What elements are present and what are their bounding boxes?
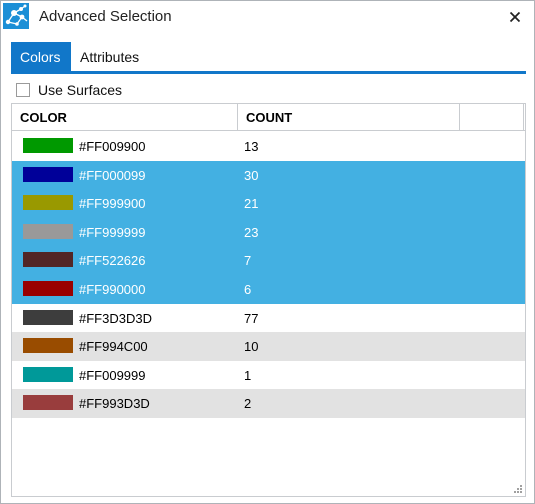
- column-header-empty[interactable]: [460, 104, 524, 130]
- tab-colors[interactable]: Colors: [11, 42, 71, 71]
- color-count-value: 23: [244, 224, 259, 240]
- color-swatch: [23, 309, 73, 325]
- table-row[interactable]: #FF000099 30: [12, 160, 525, 190]
- color-hex-value: #FF999999: [79, 224, 146, 240]
- color-count-value: 2: [244, 396, 252, 412]
- color-swatch: [23, 338, 73, 354]
- color-count-value: 30: [244, 167, 259, 183]
- table-row[interactable]: #FF009999 1: [12, 361, 525, 390]
- use-surfaces-checkbox[interactable]: [16, 83, 30, 97]
- table-row[interactable]: #FF3D3D3D 77: [12, 304, 525, 333]
- color-hex-value: #FF999900: [79, 196, 146, 212]
- tab-attributes-label: Attributes: [80, 48, 140, 65]
- table-row[interactable]: #FF999900 21: [12, 189, 525, 218]
- color-hex-value: #FF993D3D: [79, 396, 150, 412]
- grid-header: COLOR COUNT: [12, 104, 525, 131]
- resize-grip-icon[interactable]: [513, 484, 523, 494]
- color-hex-value: #FF000099: [79, 167, 146, 183]
- color-hex-value: #FF994C00: [79, 339, 148, 355]
- tab-colors-label: Colors: [20, 48, 61, 65]
- color-swatch: [23, 280, 73, 296]
- color-hex-value: #FF522626: [79, 253, 146, 269]
- color-count-value: 21: [244, 196, 259, 212]
- use-surfaces-label: Use Surfaces: [38, 82, 123, 98]
- color-hex-value: #FF3D3D3D: [79, 310, 152, 326]
- table-row[interactable]: #FF994C00 10: [12, 332, 525, 361]
- color-swatch: [23, 223, 73, 239]
- close-icon: [509, 11, 521, 23]
- tab-attributes[interactable]: Attributes: [71, 42, 149, 71]
- table-row[interactable]: #FF009900 13: [12, 132, 525, 161]
- color-hex-value: #FF009900: [79, 139, 146, 154]
- color-count-value: 77: [244, 310, 259, 326]
- color-swatch: [23, 252, 73, 268]
- color-hex-value: #FF009999: [79, 367, 146, 383]
- window-title: Advanced Selection: [39, 8, 172, 25]
- column-header-count-label: COUNT: [246, 109, 293, 125]
- grid-rows: #FF009900 13 #FF000099 30 #FF999900 21 #FF9999…: [12, 132, 525, 418]
- table-row[interactable]: #FF522626 7: [12, 246, 525, 275]
- advanced-selection-window: Advanced Selection Colors Attributes Use…: [0, 0, 535, 504]
- color-swatch: [23, 166, 73, 182]
- column-header-color-label: COLOR: [20, 109, 67, 125]
- title-bar: Advanced Selection: [1, 1, 534, 33]
- color-count-value: 1: [244, 367, 252, 383]
- table-row[interactable]: #FF990000 6: [12, 274, 525, 304]
- table-row[interactable]: #FF999999 23: [12, 217, 525, 247]
- color-count-value: 10: [244, 339, 259, 355]
- color-hex-value: #FF990000: [79, 281, 146, 297]
- color-swatch: [23, 395, 73, 411]
- app-network-icon: [3, 3, 29, 29]
- color-swatch: [23, 138, 73, 153]
- close-button[interactable]: [502, 4, 528, 30]
- color-swatch: [23, 195, 73, 211]
- column-header-count[interactable]: COUNT: [238, 104, 460, 130]
- table-row[interactable]: #FF993D3D 2: [12, 389, 525, 418]
- use-surfaces-checkbox-row[interactable]: Use Surfaces: [16, 81, 122, 99]
- tab-bar: Colors Attributes: [11, 42, 526, 74]
- color-count-value: 6: [244, 281, 252, 297]
- color-swatch: [23, 366, 73, 382]
- tab-underline: [11, 71, 526, 74]
- column-header-color[interactable]: COLOR: [12, 104, 238, 130]
- color-grid[interactable]: COLOR COUNT #FF009900 13 #FF000099 30 #FF999…: [11, 103, 526, 497]
- color-count-value: 13: [244, 139, 259, 154]
- color-count-value: 7: [244, 253, 252, 269]
